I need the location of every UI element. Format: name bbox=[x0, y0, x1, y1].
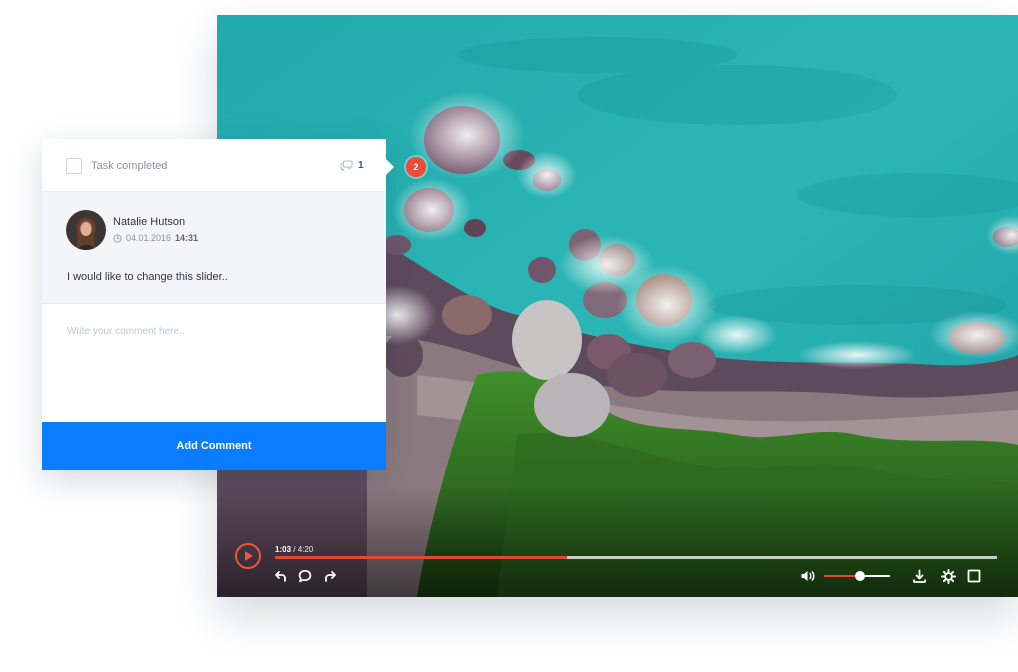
gear-icon bbox=[940, 568, 956, 584]
comment-date: 04.01.2016 bbox=[126, 233, 172, 243]
annotation-badge[interactable]: 2 bbox=[406, 157, 426, 177]
task-completed-label: Task completed bbox=[91, 160, 168, 172]
avatar-image bbox=[66, 210, 106, 250]
volume-button[interactable] bbox=[799, 567, 817, 585]
redo-button[interactable] bbox=[321, 567, 339, 585]
progress-bar[interactable] bbox=[275, 556, 997, 559]
comment-card: Task completed 1 Natalie Hutson 04.01.20… bbox=[42, 139, 386, 470]
current-time: 1:03 bbox=[275, 545, 292, 554]
time-readout: 1:03 / 4:20 bbox=[275, 545, 313, 554]
time-separator: / bbox=[291, 545, 298, 554]
task-completed-checkbox[interactable] bbox=[66, 158, 82, 174]
fullscreen-icon bbox=[967, 569, 981, 583]
clock-icon bbox=[113, 233, 122, 243]
download-button[interactable] bbox=[910, 567, 928, 585]
comment-count[interactable]: 1 bbox=[340, 159, 364, 171]
comment-count-value: 1 bbox=[358, 159, 364, 171]
comment-button[interactable] bbox=[296, 567, 314, 585]
task-row: Task completed 1 bbox=[42, 139, 386, 192]
progress-fill bbox=[275, 556, 568, 559]
comment-input[interactable] bbox=[42, 304, 386, 422]
comments-icon bbox=[340, 160, 353, 171]
comment-icon bbox=[298, 569, 312, 583]
comment-thread: Natalie Hutson 04.01.2016 14:31 I would … bbox=[42, 192, 386, 304]
avatar bbox=[66, 210, 106, 250]
undo-icon bbox=[275, 571, 286, 582]
volume-icon bbox=[801, 571, 815, 581]
comment-timestamp: 04.01.2016 14:31 bbox=[113, 233, 198, 243]
play-icon bbox=[245, 551, 253, 561]
comment-author: Natalie Hutson bbox=[113, 216, 186, 228]
fullscreen-button[interactable] bbox=[965, 567, 983, 585]
download-icon bbox=[912, 569, 926, 583]
volume-slider[interactable] bbox=[824, 571, 890, 581]
settings-button[interactable] bbox=[939, 567, 957, 585]
total-time: 4:20 bbox=[297, 545, 314, 554]
play-button[interactable] bbox=[235, 543, 261, 569]
redo-icon bbox=[325, 571, 336, 582]
undo-button[interactable] bbox=[272, 567, 290, 585]
add-comment-button[interactable]: Add Comment bbox=[42, 422, 386, 470]
comment-time: 14:31 bbox=[175, 233, 199, 243]
card-pointer bbox=[386, 159, 394, 175]
comment-body: I would like to change this slider.. bbox=[67, 271, 228, 283]
